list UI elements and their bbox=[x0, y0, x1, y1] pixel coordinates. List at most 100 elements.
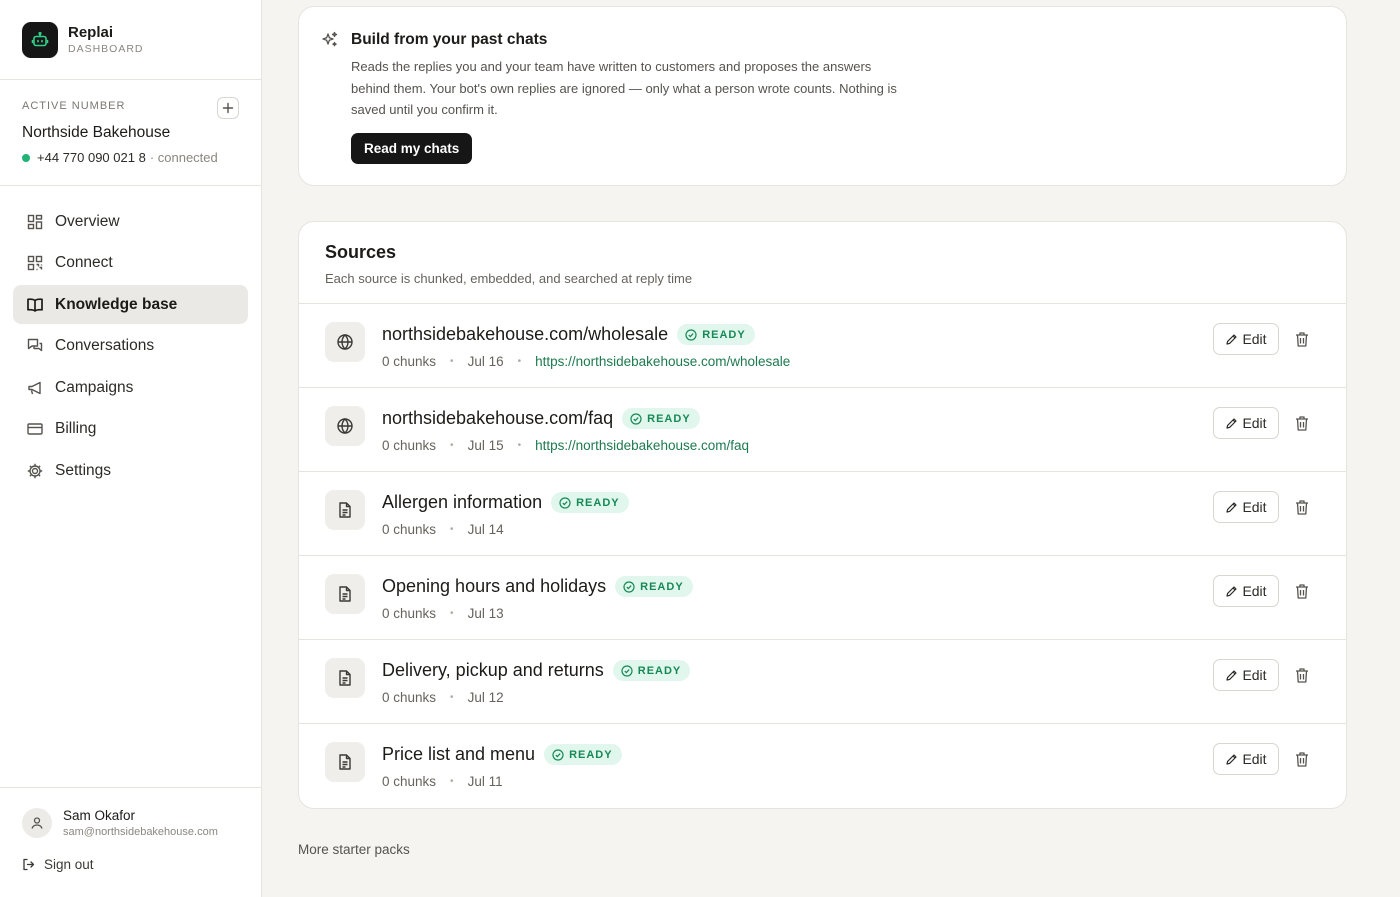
meta-separator: • bbox=[450, 776, 454, 787]
build-from-chats-card: Build from your past chats Reads the rep… bbox=[298, 6, 1347, 186]
sidebar-item-connect[interactable]: Connect bbox=[13, 244, 248, 283]
business-name: Northside Bakehouse bbox=[22, 124, 171, 141]
check-circle-icon bbox=[623, 580, 635, 593]
source-type-icon bbox=[325, 658, 365, 698]
chunk-count: 0 chunks bbox=[382, 690, 437, 705]
status-badge-label: READY bbox=[637, 664, 682, 677]
edit-source-button[interactable]: Edit bbox=[1213, 743, 1279, 775]
sidebar-item-conversations[interactable]: Conversations bbox=[13, 327, 248, 366]
user-icon bbox=[31, 817, 43, 829]
check-circle-icon bbox=[552, 748, 564, 761]
trash-icon[interactable] bbox=[1294, 583, 1310, 605]
active-number-panel: ACTIVE NUMBER Northside Bakehouse +44 77… bbox=[0, 80, 261, 186]
meta-separator: • bbox=[450, 692, 454, 703]
chunk-count: 0 chunks bbox=[382, 774, 437, 789]
edit-button-label: Edit bbox=[1242, 751, 1267, 767]
status-badge: READY bbox=[551, 492, 629, 513]
sidebar-item-overview[interactable]: Overview bbox=[13, 202, 248, 241]
sparkles-icon bbox=[321, 31, 339, 54]
trash-icon[interactable] bbox=[1294, 499, 1310, 521]
meta-separator: • bbox=[517, 356, 522, 367]
source-date: Jul 15 bbox=[467, 438, 504, 453]
sign-out-button[interactable]: Sign out bbox=[22, 857, 239, 872]
source-url-link[interactable]: https://northsidebakehouse.com/faq bbox=[535, 438, 749, 453]
edit-button-label: Edit bbox=[1242, 667, 1267, 683]
connected-status-dot bbox=[22, 153, 30, 162]
pencil-icon bbox=[1226, 333, 1238, 345]
pencil-icon bbox=[1226, 669, 1238, 681]
source-row: Allergen information READY 0 chunks • Jul 14… bbox=[299, 472, 1346, 556]
source-row: Opening hours and holidays READY 0 chunks •… bbox=[299, 556, 1346, 640]
sign-out-icon bbox=[23, 858, 35, 871]
trash-icon[interactable] bbox=[1294, 751, 1310, 773]
sidebar-item-knowledge-base[interactable]: Knowledge base bbox=[13, 285, 248, 324]
source-date: Jul 11 bbox=[467, 774, 503, 789]
sources-title: Sources bbox=[325, 242, 397, 262]
chunk-count: 0 chunks bbox=[382, 522, 437, 537]
edit-source-button[interactable]: Edit bbox=[1213, 407, 1279, 439]
source-title: northsidebakehouse.com/faq bbox=[382, 408, 614, 428]
document-icon bbox=[339, 670, 351, 686]
edit-source-button[interactable]: Edit bbox=[1213, 659, 1279, 691]
build-title: Build from your past chats bbox=[351, 31, 548, 48]
source-type-icon bbox=[325, 322, 365, 362]
edit-source-button[interactable]: Edit bbox=[1213, 575, 1279, 607]
status-badge: READY bbox=[544, 744, 622, 765]
add-number-button[interactable] bbox=[217, 97, 239, 119]
source-type-icon bbox=[325, 490, 365, 530]
user-email: sam@northsidebakehouse.com bbox=[63, 826, 218, 838]
sidebar-item-billing[interactable]: Billing bbox=[13, 410, 248, 449]
read-my-chats-button[interactable]: Read my chats bbox=[351, 133, 473, 164]
chunk-count: 0 chunks bbox=[382, 606, 437, 621]
source-title: Price list and menu bbox=[382, 744, 536, 764]
more-starter-packs-link[interactable]: More starter packs bbox=[298, 842, 410, 857]
grid-icon bbox=[26, 213, 44, 231]
source-row: northsidebakehouse.com/faq READY 0 chunks •… bbox=[299, 388, 1346, 472]
globe-icon bbox=[337, 334, 353, 350]
status-badge-label: READY bbox=[640, 580, 684, 593]
pencil-icon bbox=[1226, 417, 1238, 429]
edit-source-button[interactable]: Edit bbox=[1213, 323, 1279, 355]
sources-subtitle: Each source is chunked, embedded, and se… bbox=[325, 271, 693, 286]
meta-separator: • bbox=[517, 440, 522, 451]
source-type-icon bbox=[325, 574, 365, 614]
meta-separator: • bbox=[450, 440, 454, 451]
globe-icon bbox=[337, 418, 353, 434]
edit-button-label: Edit bbox=[1242, 499, 1267, 515]
meta-separator: • bbox=[450, 356, 454, 367]
source-date: Jul 14 bbox=[467, 522, 504, 537]
source-type-icon bbox=[325, 742, 365, 782]
status-badge: READY bbox=[615, 576, 693, 597]
brand-subtitle: DASHBOARD bbox=[68, 42, 144, 55]
phone-status: +44 770 090 021 8 · connected bbox=[22, 150, 239, 165]
trash-icon[interactable] bbox=[1294, 415, 1310, 437]
status-badge: READY bbox=[622, 408, 700, 429]
status-badge-label: READY bbox=[702, 328, 746, 341]
credit-card-icon bbox=[26, 420, 44, 438]
sign-out-label: Sign out bbox=[44, 857, 94, 872]
source-date: Jul 16 bbox=[467, 354, 504, 369]
brand-name: Replai bbox=[68, 23, 114, 41]
sidebar: Replai DASHBOARD ACTIVE NUMBER Northside… bbox=[0, 0, 262, 897]
edit-source-button[interactable]: Edit bbox=[1213, 491, 1279, 523]
sources-card: Sources Each source is chunked, embedded… bbox=[298, 221, 1347, 809]
source-type-icon bbox=[325, 406, 365, 446]
chunk-count: 0 chunks bbox=[382, 354, 437, 369]
sidebar-item-label: Overview bbox=[55, 212, 120, 230]
qr-code-icon bbox=[26, 254, 44, 272]
sidebar-item-settings[interactable]: Settings bbox=[13, 451, 248, 490]
plus-icon bbox=[222, 102, 234, 114]
chunk-count: 0 chunks bbox=[382, 438, 437, 453]
trash-icon[interactable] bbox=[1294, 667, 1310, 689]
document-icon bbox=[339, 754, 351, 770]
source-title: northsidebakehouse.com/wholesale bbox=[382, 324, 669, 344]
source-url-link[interactable]: https://northsidebakehouse.com/wholesale bbox=[535, 354, 790, 369]
edit-button-label: Edit bbox=[1242, 331, 1267, 347]
sidebar-item-campaigns[interactable]: Campaigns bbox=[13, 368, 248, 407]
sources-header: Sources Each source is chunked, embedded… bbox=[299, 222, 1346, 304]
trash-icon[interactable] bbox=[1294, 331, 1310, 353]
source-date: Jul 13 bbox=[467, 606, 504, 621]
sidebar-item-label: Settings bbox=[55, 461, 112, 479]
source-row: Price list and menu READY 0 chunks • Jul 11 E… bbox=[299, 724, 1346, 808]
check-circle-icon bbox=[621, 664, 633, 677]
